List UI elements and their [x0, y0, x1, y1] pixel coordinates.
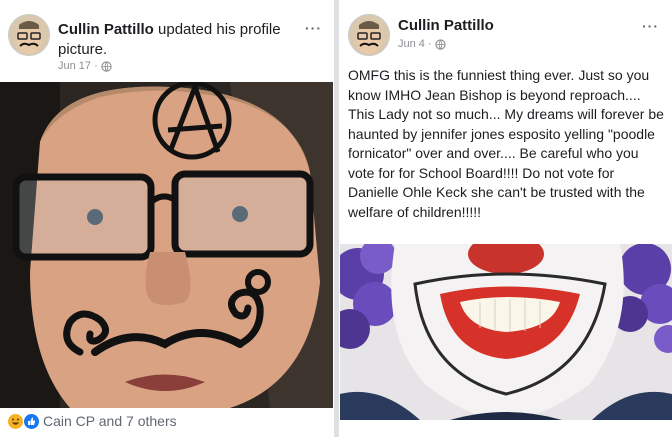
post-photo[interactable]	[340, 244, 672, 420]
globe-icon	[435, 38, 446, 50]
author-name[interactable]: Cullin Pattillo	[398, 17, 494, 34]
clown-photo-image	[340, 244, 672, 420]
avatar[interactable]	[8, 14, 50, 56]
like-icon	[24, 413, 39, 429]
avatar-image	[9, 15, 49, 55]
timestamp[interactable]: Jun 4 ·	[398, 38, 432, 50]
timestamp[interactable]: Jun 17 ·	[58, 60, 98, 72]
globe-icon	[101, 60, 112, 72]
right-post: Cullin Pattillo Jun 4 · ··· OMFG this is…	[340, 0, 672, 437]
profile-photo[interactable]	[0, 82, 333, 408]
haha-icon	[8, 413, 23, 429]
post-header-text: Cullin Pattillo updated his profile pict…	[58, 20, 298, 60]
avatar-image	[349, 15, 389, 55]
avatar[interactable]	[348, 14, 390, 56]
post-meta: Jun 17 ·	[58, 60, 112, 72]
author-name[interactable]: Cullin Pattillo	[58, 21, 154, 38]
more-options-button[interactable]: ···	[305, 20, 322, 36]
reactions-bar[interactable]: Cain CP and 7 others	[8, 413, 177, 429]
post-meta: Jun 4 ·	[398, 38, 446, 50]
post-body-text: OMFG this is the funniest thing ever. Ju…	[348, 67, 664, 220]
profile-photo-image	[0, 82, 333, 408]
left-post: Cullin Pattillo updated his profile pict…	[0, 0, 333, 437]
reactions-count-text[interactable]: Cain CP and 7 others	[43, 413, 177, 429]
post-header-text: Cullin Pattillo	[398, 16, 494, 36]
panel-divider	[334, 0, 339, 437]
more-options-button[interactable]: ···	[642, 18, 659, 34]
